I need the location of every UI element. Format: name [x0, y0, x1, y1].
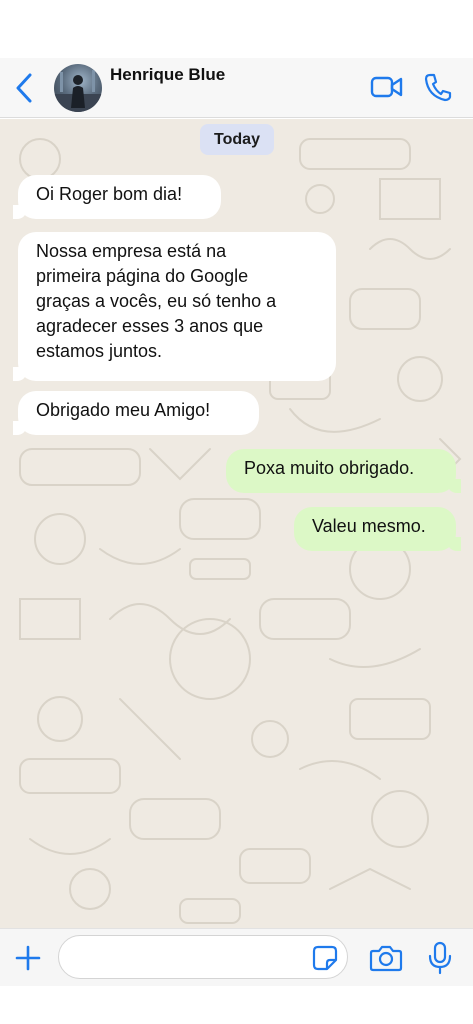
- avatar[interactable]: [54, 64, 102, 112]
- video-camera-icon: [370, 76, 403, 98]
- camera-icon: [369, 945, 403, 972]
- message-text: Obrigado meu Amigo!: [36, 400, 211, 420]
- message-text: Valeu mesmo.: [312, 516, 426, 536]
- sticker-button[interactable]: [312, 945, 338, 971]
- message-text: Oi Roger bom dia!: [36, 184, 183, 204]
- avatar-photo: [54, 70, 102, 112]
- attach-button[interactable]: [12, 942, 44, 974]
- date-separator: Today: [200, 124, 274, 155]
- message-text: Poxa muito obrigado.: [244, 458, 415, 478]
- microphone-button[interactable]: [427, 941, 453, 975]
- microphone-icon: [428, 941, 452, 975]
- video-call-button[interactable]: [370, 74, 404, 100]
- camera-button[interactable]: [369, 943, 403, 973]
- message-bubble-incoming[interactable]: Nossa empresa está na primeira página do…: [13, 232, 336, 381]
- message-bubble-incoming[interactable]: Obrigado meu Amigo!: [13, 391, 259, 435]
- message-input[interactable]: [58, 935, 348, 979]
- chevron-left-icon: [16, 73, 32, 103]
- contact-name[interactable]: Henrique Blue: [110, 65, 225, 85]
- back-button[interactable]: [10, 70, 40, 106]
- plus-icon: [15, 945, 41, 971]
- status-bar-area: [0, 0, 473, 58]
- message-text: Nossa empresa está na primeira página do…: [36, 241, 277, 361]
- message-bubble-incoming[interactable]: Oi Roger bom dia!: [13, 175, 221, 219]
- voice-call-button[interactable]: [424, 72, 452, 102]
- message-bubble-outgoing[interactable]: Poxa muito obrigado.: [226, 449, 461, 493]
- chat-header: Henrique Blue: [0, 58, 473, 118]
- sticker-icon: [312, 945, 338, 971]
- chat-area[interactable]: Today Oi Roger bom dia! Nossa empresa es…: [0, 119, 473, 928]
- composer-bar: [0, 928, 473, 986]
- home-indicator-area: [0, 986, 473, 1024]
- message-bubble-outgoing[interactable]: Valeu mesmo.: [294, 507, 461, 551]
- phone-icon: [424, 73, 452, 102]
